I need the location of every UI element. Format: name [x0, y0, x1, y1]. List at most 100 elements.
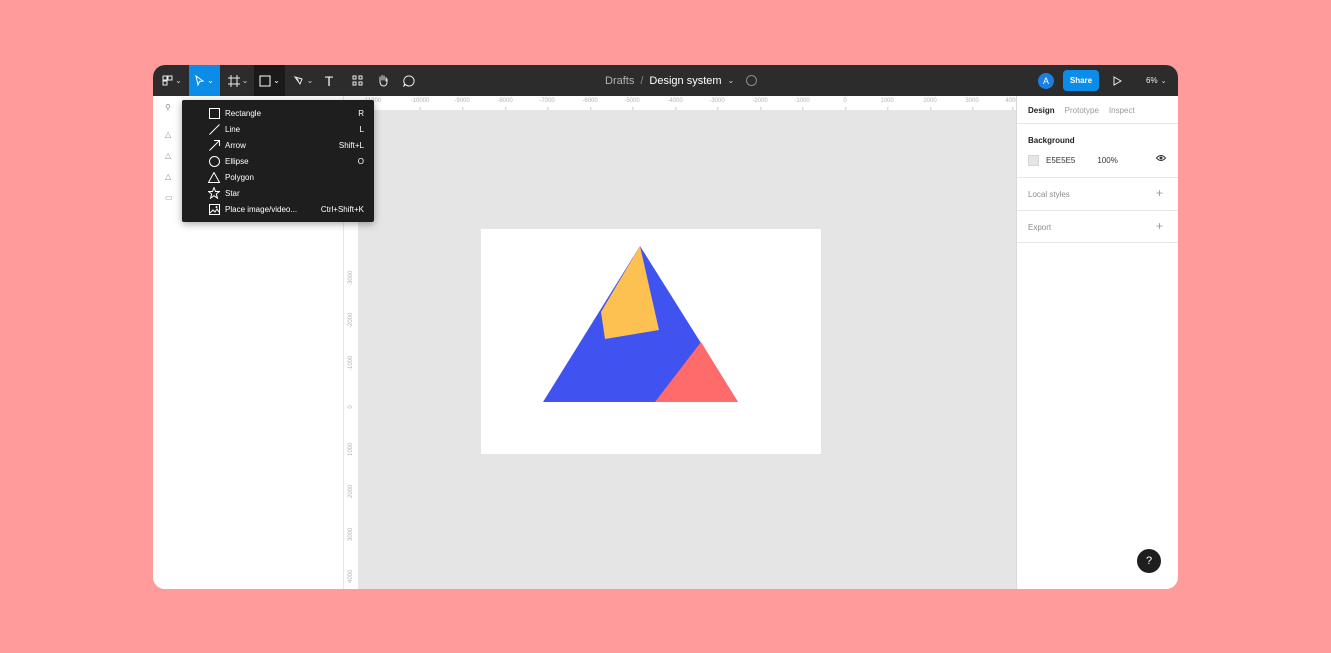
- move-tool-button[interactable]: ⌄: [189, 65, 220, 96]
- file-name[interactable]: Design system: [649, 75, 721, 87]
- star-icon: [208, 187, 220, 199]
- ruler-tick: -10000: [410, 98, 430, 110]
- tab-prototype[interactable]: Prototype: [1065, 106, 1099, 115]
- help-button[interactable]: ?: [1137, 549, 1161, 573]
- shape-tools-menu: Rectangle R Line L Arrow Shift+L Ellipse…: [182, 100, 374, 222]
- yellow-quad[interactable]: [601, 246, 659, 339]
- ruler-tick: -3000: [348, 270, 354, 286]
- text-tool-button[interactable]: T: [319, 65, 339, 96]
- shape-tool-button[interactable]: ⌄: [254, 65, 285, 96]
- menu-item-arrow[interactable]: Arrow Shift+L: [182, 137, 374, 153]
- top-toolbar: ⌄ ⌄ ⌄ ⌄ ⌄ T Drafts / Design system ⌄ A S…: [153, 65, 1178, 96]
- divider: [1017, 177, 1178, 178]
- ruler-tick: -7000: [539, 98, 555, 110]
- ruler-tick: -1000: [348, 355, 354, 371]
- background-fill-row[interactable]: E5E5E5 100%: [1028, 155, 1118, 166]
- ruler-tick: -8000: [497, 98, 513, 110]
- search-icon[interactable]: ⚲: [165, 103, 171, 112]
- ruler-tick: 4000: [348, 569, 354, 583]
- ruler-tick: 1000: [880, 98, 894, 110]
- move-tool-icon: [195, 75, 205, 86]
- play-icon: [1113, 75, 1122, 86]
- zoom-menu[interactable]: 6% ⌄: [1146, 65, 1166, 96]
- chevron-down-icon: ⌄: [207, 76, 214, 85]
- canvas[interactable]: -11000 -10000 -9000 -8000 -7000 -6000 -5…: [344, 96, 1016, 589]
- menu-item-polygon[interactable]: Polygon: [182, 169, 374, 185]
- ruler-tick: -5000: [624, 98, 640, 110]
- share-button[interactable]: Share: [1063, 70, 1099, 91]
- avatar[interactable]: A: [1038, 73, 1054, 89]
- menu-item-label: Rectangle: [225, 108, 262, 118]
- menu-item-ellipse[interactable]: Ellipse O: [182, 153, 374, 169]
- background-opacity[interactable]: 100%: [1097, 156, 1117, 165]
- frame-tool-button[interactable]: ⌄: [223, 65, 253, 96]
- add-icon[interactable]: +: [1156, 186, 1163, 200]
- menu-item-label: Line: [225, 124, 241, 134]
- ruler-tick: 1000: [348, 442, 354, 456]
- ruler-tick: 0: [348, 405, 354, 409]
- menu-item-shortcut: Shift+L: [338, 140, 364, 150]
- comment-tool-button[interactable]: [398, 65, 420, 96]
- eye-icon[interactable]: [1155, 154, 1167, 165]
- text-tool-icon: T: [324, 72, 334, 89]
- frame-tool-icon: [227, 74, 240, 87]
- chevron-down-icon: ⌄: [306, 76, 314, 85]
- tab-inspect[interactable]: Inspect: [1109, 106, 1135, 115]
- ruler-tick: -2000: [348, 312, 354, 328]
- panel-tabs: Design Prototype Inspect: [1028, 106, 1135, 115]
- hand-tool-icon: [379, 75, 388, 87]
- ruler-tick: -9000: [454, 98, 470, 110]
- menu-item-shortcut: L: [359, 124, 364, 134]
- background-hex[interactable]: E5E5E5: [1046, 156, 1075, 165]
- layer-rectangle-icon[interactable]: ▭: [165, 193, 173, 202]
- properties-panel: Design Prototype Inspect Background E5E5…: [1016, 96, 1178, 589]
- globe-icon[interactable]: [746, 75, 758, 86]
- menu-item-label: Polygon: [225, 172, 254, 182]
- local-styles-heading: Local styles: [1028, 190, 1070, 199]
- main-menu-button[interactable]: ⌄: [157, 65, 187, 96]
- color-swatch[interactable]: [1028, 155, 1039, 166]
- present-button[interactable]: [1113, 65, 1122, 96]
- layer-polygon-icon[interactable]: △: [165, 130, 171, 139]
- ruler-tick: 3000: [965, 98, 979, 110]
- menu-item-label: Ellipse: [225, 156, 249, 166]
- menu-item-shortcut: O: [357, 156, 364, 166]
- rectangle-icon: [208, 107, 220, 119]
- menu-item-rectangle[interactable]: Rectangle R: [182, 105, 374, 121]
- artboard-frame[interactable]: [481, 229, 821, 454]
- menu-item-star[interactable]: Star: [182, 185, 374, 201]
- resources-button[interactable]: [346, 65, 368, 96]
- pen-tool-button[interactable]: ⌄: [288, 65, 318, 96]
- ruler-tick: -3000: [709, 98, 725, 110]
- add-icon[interactable]: +: [1156, 219, 1163, 233]
- menu-item-line[interactable]: Line L: [182, 121, 374, 137]
- menu-item-place-image[interactable]: Place image/video... Ctrl+Shift+K: [182, 201, 374, 217]
- ruler-tick: -1000: [794, 98, 810, 110]
- ruler-tick: -4000: [667, 98, 683, 110]
- artwork: [543, 246, 738, 402]
- tab-design[interactable]: Design: [1028, 106, 1055, 115]
- chevron-down-icon: ⌄: [1160, 77, 1167, 85]
- image-icon: [208, 203, 220, 215]
- comment-tool-icon: [403, 74, 415, 87]
- menu-item-label: Arrow: [225, 140, 246, 150]
- polygon-icon: [208, 171, 220, 183]
- menu-item-label: Place image/video...: [225, 204, 298, 214]
- chevron-down-icon: ⌄: [175, 76, 182, 85]
- divider: [1017, 242, 1178, 243]
- breadcrumb-separator: /: [640, 74, 644, 87]
- breadcrumb-drafts[interactable]: Drafts: [605, 75, 634, 87]
- hand-tool-button[interactable]: [372, 65, 394, 96]
- export-heading: Export: [1028, 223, 1052, 232]
- breadcrumb: Drafts / Design system ⌄: [605, 65, 758, 96]
- chevron-down-icon[interactable]: ⌄: [728, 76, 735, 85]
- divider: [1017, 210, 1178, 211]
- ruler-tick: -2000: [752, 98, 768, 110]
- layer-polygon-icon[interactable]: △: [165, 151, 171, 160]
- ruler-tick: -6000: [582, 98, 598, 110]
- menu-item-label: Star: [225, 188, 240, 198]
- layer-polygon-icon[interactable]: △: [165, 172, 171, 181]
- ruler-tick: 4000: [1005, 98, 1016, 110]
- pen-tool-icon: [293, 75, 303, 85]
- arrow-icon: [208, 139, 220, 151]
